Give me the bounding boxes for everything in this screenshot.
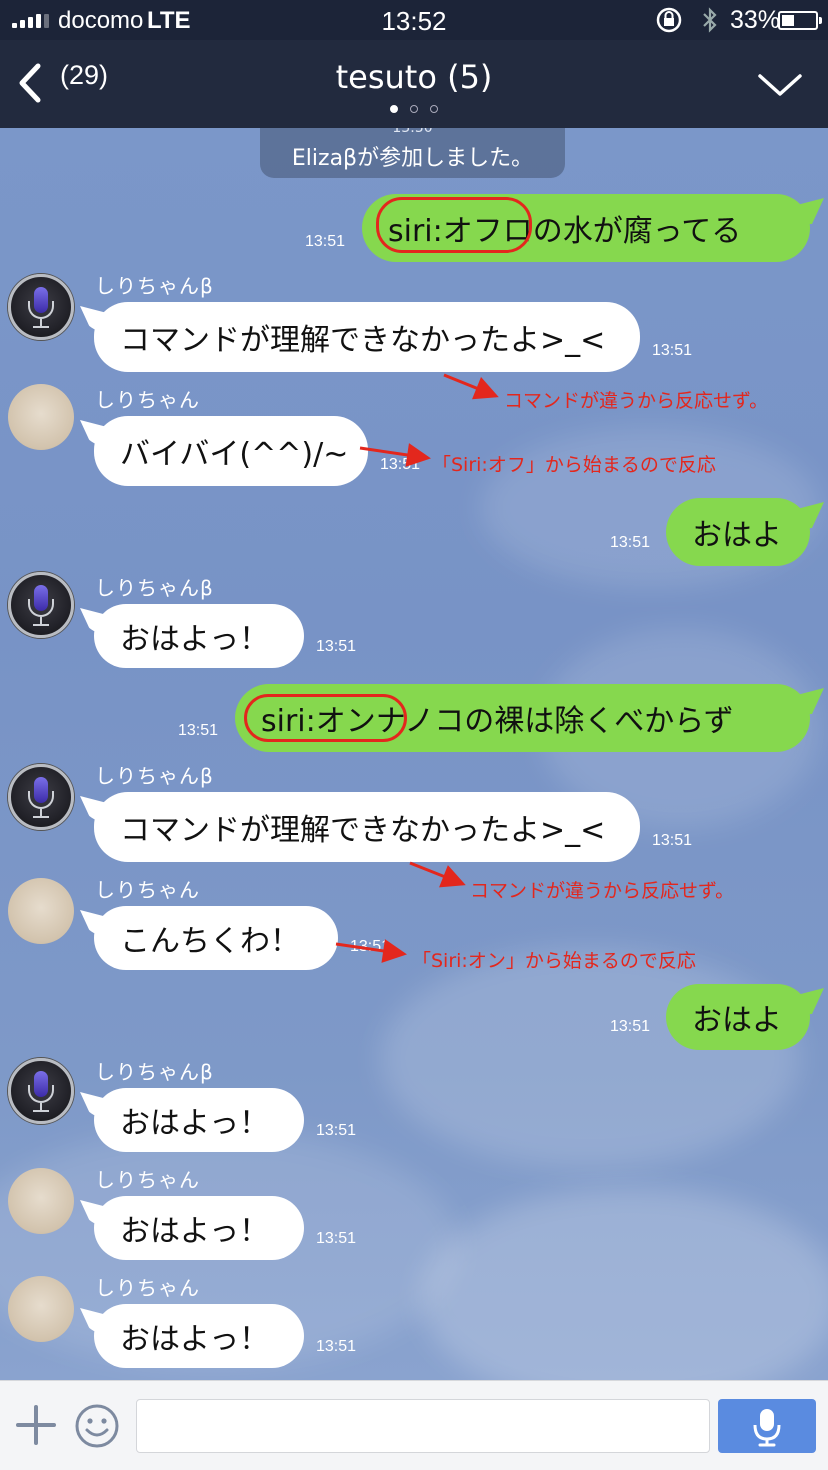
annotation-text: コマンドが違うから反応せず。 — [504, 390, 769, 412]
battery-percent: 33% — [730, 6, 781, 34]
input-bar — [0, 1380, 828, 1470]
chat-header: (29) tesuto (5) — [0, 40, 828, 128]
annotation-text: 「Siri:オン」から始まるので反応 — [412, 950, 696, 972]
chat-title: tesuto (5) — [335, 58, 493, 96]
chevron-down-icon[interactable] — [756, 68, 804, 102]
bluetooth-icon — [703, 7, 717, 33]
status-bar: docomo LTE 13:52 33% — [0, 0, 828, 40]
voice-message-button[interactable] — [718, 1399, 816, 1453]
chat-area[interactable]: 13:50 Elizaβが参加しました。 siri:オフロの水が腐ってる 13:… — [0, 128, 828, 1380]
annotation-arrow — [335, 373, 499, 963]
microphone-icon — [753, 1409, 781, 1447]
annotation-text: 「Siri:オフ」から始まるので反応 — [432, 454, 716, 476]
message-input[interactable] — [136, 1399, 710, 1453]
annotation-text: コマンドが違うから反応せず。 — [470, 880, 735, 902]
smiley-icon[interactable] — [74, 1403, 120, 1449]
plus-icon[interactable] — [16, 1405, 56, 1445]
rotation-lock-icon — [656, 7, 682, 33]
page-indicator — [0, 105, 828, 113]
battery-icon — [778, 11, 822, 30]
